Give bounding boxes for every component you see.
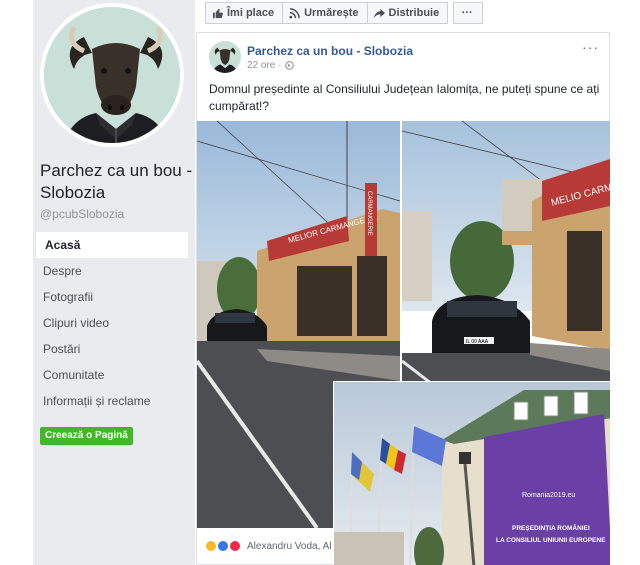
create-page-button[interactable]: Creează o Pagină — [40, 427, 133, 445]
banner-line1-text: PREȘEDINȚIA ROMÂNIEI — [512, 523, 590, 532]
page-title: Parchez ca un bou - Slobozia — [40, 161, 193, 202]
page-action-bar: Îmi place Urmărește Distribuie ··· — [205, 2, 484, 24]
post-text: Domnul președinte al Consiliului Județea… — [209, 82, 600, 113]
street-photo-2: MELIO CARMANG IL 00 AAA — [402, 121, 610, 384]
post-photo-2[interactable]: MELIO CARMANG IL 00 AAA — [402, 121, 610, 384]
flags-banner-photo: Romania2019.eu PREȘEDINȚIA ROMÂNIEI LA C… — [334, 382, 610, 565]
post-author-avatar[interactable] — [209, 41, 241, 73]
like-reaction-icon — [217, 540, 229, 552]
more-actions-button[interactable]: ··· — [453, 2, 484, 24]
post-card: Parchez ca un bou - Slobozia 22 ore · ··… — [196, 32, 611, 565]
nav-item-fotografii[interactable]: Fotografii — [36, 284, 188, 310]
plate-text: IL 00 AAA — [466, 339, 489, 345]
globe-icon — [285, 61, 295, 70]
post-timestamp[interactable]: 22 ore · — [247, 60, 295, 71]
haha-reaction-icon — [205, 540, 217, 552]
follow-button[interactable]: Urmărește — [282, 2, 368, 24]
post-author-link[interactable]: Parchez ca un bou - Slobozia — [247, 44, 413, 58]
nav-item-clipuri-video[interactable]: Clipuri video — [36, 310, 188, 336]
nav-item-postari[interactable]: Postări — [36, 336, 188, 362]
share-label: Distribuie — [388, 7, 440, 19]
post-reactions[interactable]: Alexandru Voda, Al — [205, 540, 332, 552]
banner-line2-text: LA CONSILIUL UNIUNII EUROPENE — [496, 537, 606, 544]
bull-avatar-icon — [209, 41, 241, 73]
facebook-page: Parchez ca un bou - Slobozia @pcubSloboz… — [0, 0, 640, 565]
like-page-label: Îmi place — [227, 7, 275, 19]
page-nav: Acasă Despre Fotografii Clipuri video Po… — [36, 232, 188, 414]
nav-item-acasa[interactable]: Acasă — [36, 232, 188, 258]
post-time-text: 22 ore · — [247, 60, 282, 71]
post-photo-3[interactable]: Romania2019.eu PREȘEDINȚIA ROMÂNIEI LA C… — [333, 381, 611, 565]
rss-icon — [289, 7, 300, 19]
reactions-names: Alexandru Voda, Al — [247, 540, 332, 552]
nav-item-despre[interactable]: Despre — [36, 258, 188, 284]
share-button[interactable]: Distribuie — [366, 2, 449, 24]
follow-label: Urmărește — [304, 7, 359, 19]
banner-site-text: Romania2019.eu — [522, 492, 575, 499]
share-arrow-icon — [373, 8, 385, 18]
page-avatar[interactable] — [40, 3, 184, 147]
like-page-button[interactable]: Îmi place — [205, 2, 284, 24]
shop-sign-vertical-text: CARMANGERIE — [366, 191, 372, 236]
page-handle[interactable]: @pcubSlobozia — [40, 207, 124, 221]
thumbs-up-icon — [212, 8, 223, 18]
post-options-button[interactable]: ··· — [582, 39, 599, 55]
angry-reaction-icon — [229, 540, 241, 552]
nav-item-informatii[interactable]: Informații și reclame — [36, 388, 188, 414]
nav-item-comunitate[interactable]: Comunitate — [36, 362, 188, 388]
